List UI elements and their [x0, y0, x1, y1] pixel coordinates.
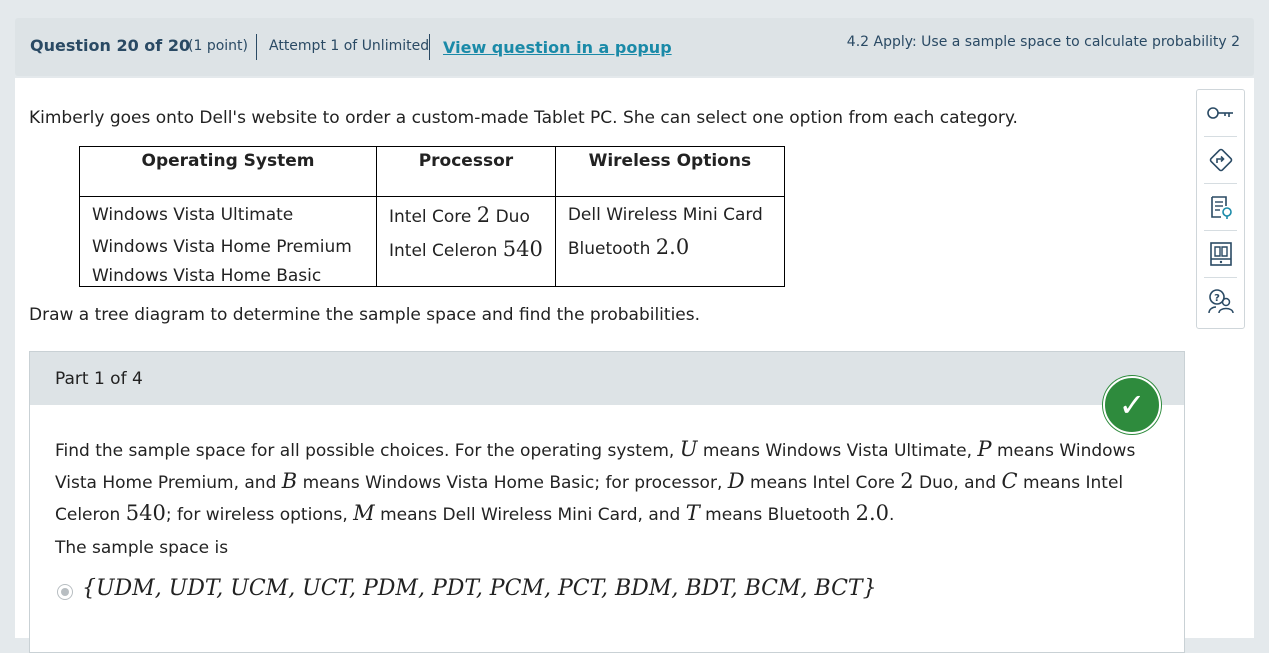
text: Dell Wireless Mini Card [567, 205, 763, 225]
os-cell: Windows Vista Ultimate Windows Vista Hom… [79, 196, 377, 287]
text: . [888, 505, 895, 525]
question-instruction: Draw a tree diagram to determine the sam… [29, 305, 701, 325]
divider [1204, 183, 1237, 184]
question-points: (1 point) [188, 38, 248, 54]
answer-choice[interactable]: {UDM, UDT, UCM, UCT, PDM, PDT, PCM, PCT,… [82, 576, 877, 601]
table-header-processor: Processor [376, 146, 556, 197]
table-header-wireless: Wireless Options [554, 146, 785, 197]
wireless-cell: Dell Wireless Mini Card Bluetooth 2.0 [554, 196, 785, 287]
math-var: U [679, 437, 698, 461]
processor-option: Intel Core 2 Duo [389, 202, 543, 230]
part-panel: Part 1 of 4 ✓ Find the sample space for … [29, 351, 1185, 653]
text: Intel Core [389, 207, 477, 227]
svg-text:?: ? [1214, 293, 1220, 304]
wireless-option: Bluetooth 2.0 [568, 228, 772, 268]
header-label: Wireless Options [588, 151, 752, 171]
os-option: Windows Vista Ultimate [92, 205, 294, 225]
number: 540 [502, 237, 543, 261]
math-var: D [727, 469, 745, 493]
attempt-counter: Attempt 1 of Unlimited [269, 38, 430, 54]
text: means Windows Vista Ultimate, [697, 441, 978, 461]
text: Duo, and [913, 473, 1002, 493]
text: Find the sample space for all possible c… [55, 441, 680, 461]
math-num: 2 [900, 469, 914, 493]
os-option: Windows Vista Home Basic [92, 266, 322, 286]
math-var: C [1001, 469, 1018, 493]
help-icon[interactable]: ? [1202, 281, 1239, 321]
text: Duo [490, 207, 530, 227]
number: 2 [476, 203, 491, 227]
correct-check-icon: ✓ [1103, 376, 1161, 434]
math-var: M [353, 501, 375, 525]
part-header: Part 1 of 4 [30, 352, 1184, 405]
key-icon[interactable] [1202, 93, 1239, 133]
question-intro: Kimberly goes onto Dell's website to ord… [29, 108, 1018, 128]
header-label: Operating System [141, 151, 315, 171]
question-header: Question 20 of 20 (1 point) Attempt 1 of… [15, 18, 1254, 76]
question-number: Question 20 of 20 [30, 36, 191, 55]
header-label: Processor [418, 151, 514, 171]
sample-space-label: The sample space is [55, 538, 229, 558]
options-table: Operating System Processor Wireless Opti… [79, 146, 785, 287]
topic-label: 4.2 Apply: Use a sample space to calcula… [846, 34, 1240, 50]
number: 2.0 [655, 235, 690, 259]
text: means Windows Vista Home Basic; for proc… [297, 473, 728, 493]
text: means Intel Core [744, 473, 901, 493]
tool-sidebar: ? [1196, 89, 1245, 329]
text: Intel Celeron [389, 241, 503, 261]
math-var: P [977, 437, 992, 461]
divider [256, 34, 257, 60]
os-option: Windows Vista Home Premium [92, 237, 352, 257]
part-title: Part 1 of 4 [55, 369, 143, 389]
divider [1204, 136, 1237, 137]
processor-option: Intel Celeron 540 [389, 230, 543, 270]
text: ; for wireless options, [165, 505, 354, 525]
divider [429, 34, 430, 60]
part-description: Find the sample space for all possible c… [55, 434, 1155, 530]
text: Bluetooth [567, 239, 656, 259]
notes-icon[interactable] [1202, 187, 1239, 227]
math-num: 2.0 [855, 501, 889, 525]
view-popup-link[interactable]: View question in a popup [443, 38, 672, 57]
textbook-icon[interactable] [1202, 234, 1239, 274]
wireless-option: Dell Wireless Mini Card [568, 202, 772, 228]
math-var: B [281, 469, 298, 493]
question-card: Kimberly goes onto Dell's website to ord… [15, 78, 1254, 653]
divider [1204, 230, 1237, 231]
text: means Dell Wireless Mini Card, and [374, 505, 686, 525]
math-var: T [685, 501, 700, 525]
math-num: 540 [125, 501, 166, 525]
text: means Bluetooth [699, 505, 856, 525]
table-header-os: Operating System [79, 146, 377, 197]
divider [1204, 277, 1237, 278]
processor-cell: Intel Core 2 Duo Intel Celeron 540 [376, 196, 556, 287]
hint-icon[interactable] [1202, 140, 1239, 180]
answer-radio[interactable] [57, 584, 73, 600]
